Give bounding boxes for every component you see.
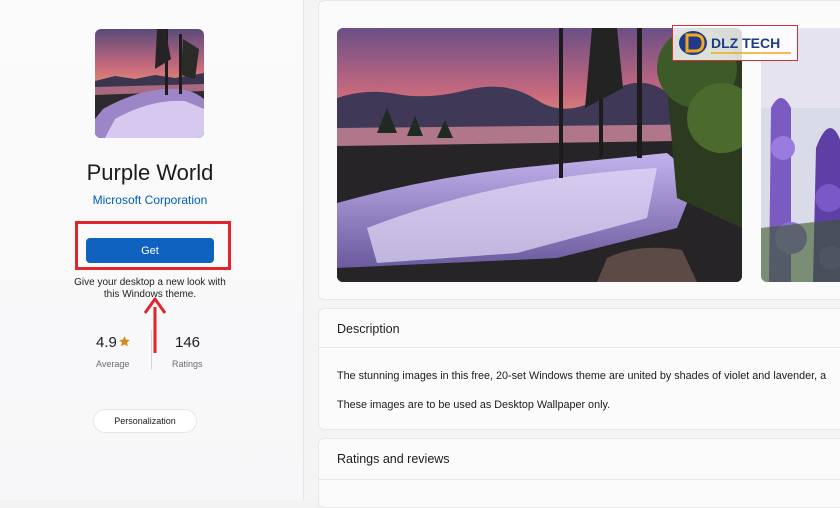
category-tag-button[interactable]: Personalization <box>93 409 197 433</box>
publisher-link[interactable]: Microsoft Corporation <box>0 193 300 207</box>
app-title: Purple World <box>86 160 214 185</box>
watermark-logo-image: DLZ TECH <box>679 31 791 55</box>
ratings-reviews-card: Ratings and reviews <box>318 438 840 508</box>
annotation-arrow-icon <box>143 297 167 353</box>
screenshot-1-image <box>337 28 742 282</box>
watermark-logo: DLZ TECH <box>672 25 798 61</box>
screenshot-2-image <box>761 28 840 282</box>
description-heading: Description <box>337 322 400 336</box>
description-line-1: The stunning images in this free, 20-set… <box>337 370 827 382</box>
description-line-2: These images are to be used as Desktop W… <box>337 399 611 411</box>
screenshot-1[interactable] <box>337 28 742 282</box>
ratings-reviews-heading: Ratings and reviews <box>337 452 450 466</box>
rating-caption: Average <box>96 359 130 369</box>
description-card: Description The stunning images in this … <box>318 308 840 430</box>
get-button[interactable]: Get <box>86 238 214 263</box>
stat-divider <box>151 330 152 370</box>
ratings-reviews-divider <box>319 479 840 480</box>
description-divider <box>319 347 840 348</box>
rating-value: 4.9 <box>96 334 117 351</box>
ratings-caption: Ratings <box>172 359 203 369</box>
watermark-brand-text: DLZ TECH <box>711 35 780 51</box>
ratings-count: 146 <box>175 334 201 351</box>
screenshot-2[interactable] <box>761 28 840 282</box>
app-thumbnail-image <box>95 29 204 138</box>
star-icon <box>119 336 130 347</box>
app-thumbnail <box>95 29 204 138</box>
